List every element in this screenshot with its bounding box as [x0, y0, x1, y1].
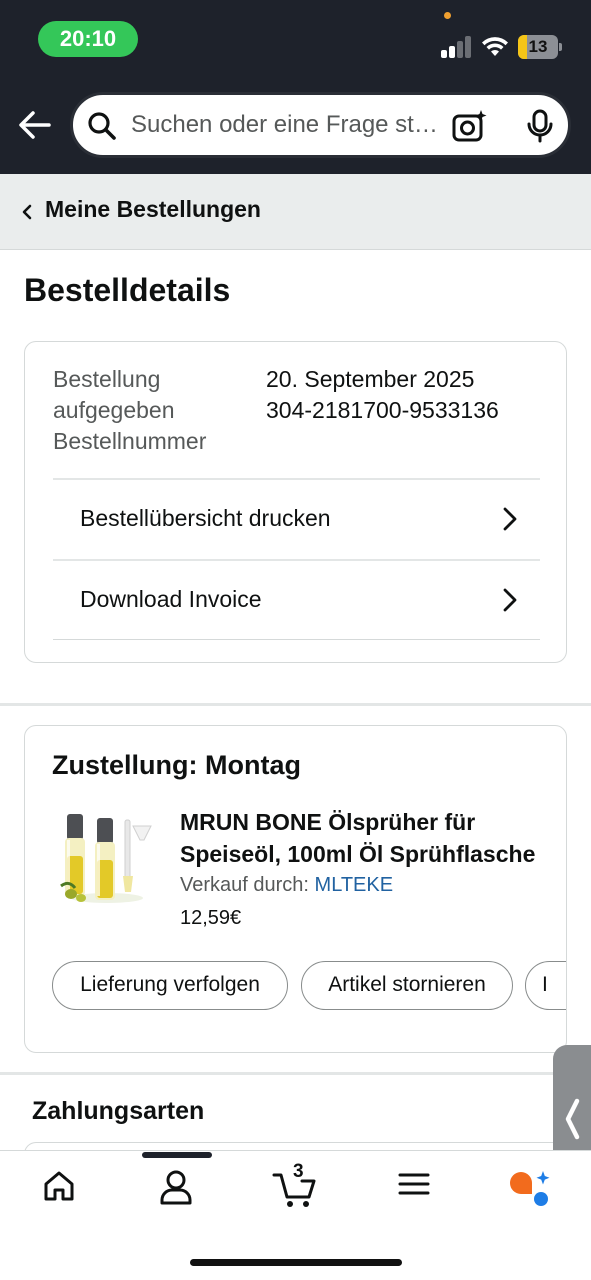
wifi-icon [482, 37, 508, 56]
battery-icon: 13 [518, 35, 562, 59]
download-invoice-label: Download Invoice [80, 586, 262, 612]
section-divider [0, 703, 591, 706]
print-summary-label: Bestellübersicht drucken [80, 505, 331, 531]
menu-icon [398, 1173, 430, 1195]
assistant-icon [510, 1171, 550, 1206]
delivery-card: Zustellung: Montag MRUN BONE Ölsprüher f… [24, 725, 567, 1053]
camera-indicator-icon [444, 12, 451, 19]
person-icon [160, 1170, 192, 1205]
cellular-signal-icon [441, 36, 473, 58]
active-tab-indicator [142, 1152, 212, 1158]
product-title[interactable]: MRUN BONE Ölsprüher für Speiseöl, 100ml … [180, 806, 550, 870]
search-input[interactable]: Suchen oder eine Frage stellen [131, 95, 441, 155]
section-divider [0, 1072, 591, 1075]
more-actions-button[interactable]: I [525, 961, 566, 1010]
print-summary-link[interactable]: Bestellübersicht drucken [53, 478, 540, 558]
product-title-line1: MRUN BONE Ölsprüher für [180, 809, 476, 835]
tab-cart[interactable]: 3 [272, 1161, 332, 1213]
order-placed-date: 20. September 2025 [266, 366, 475, 392]
page-title: Bestelldetails [24, 272, 231, 308]
order-number-value: 304-2181700-9533136 [266, 397, 499, 423]
download-invoice-link[interactable]: Download Invoice [53, 559, 540, 639]
cart-count-badge: 3 [293, 1161, 304, 1182]
payment-section-title: Zahlungsarten [32, 1097, 205, 1125]
divider [53, 639, 540, 640]
seller-label: Verkauf durch: [180, 874, 309, 896]
seller-info: Verkauf durch: MLTEKE [180, 874, 393, 897]
chevron-left-icon [22, 204, 32, 220]
product-price: 12,59€ [180, 907, 242, 929]
search-bar[interactable]: Suchen oder eine Frage stellen [70, 92, 571, 158]
order-placed-label-line2: aufgegeben [53, 397, 175, 423]
breadcrumb-label[interactable]: Meine Bestellungen [45, 196, 261, 223]
top-bar: 20:10 13 Suchen oder eine Frage stellen [0, 0, 591, 174]
tab-home[interactable] [42, 1169, 102, 1213]
product-image[interactable] [59, 806, 155, 906]
seller-link[interactable]: MLTEKE [315, 874, 394, 896]
breadcrumb[interactable]: Meine Bestellungen [0, 174, 591, 250]
delivery-title: Zustellung: Montag [52, 750, 301, 780]
chevron-right-icon [503, 507, 517, 531]
order-placed-label-line1: Bestellung [53, 366, 161, 392]
tab-account[interactable] [159, 1169, 219, 1213]
tab-menu[interactable] [397, 1169, 457, 1213]
cancel-item-button[interactable]: Artikel stornieren [301, 961, 513, 1010]
chevron-left-icon [565, 1098, 580, 1140]
camera-lens-icon[interactable] [452, 109, 488, 143]
battery-level: 13 [528, 37, 548, 56]
product-title-line2: Speiseöl, 100ml Öl Sprühflasche [180, 841, 536, 867]
back-arrow-icon[interactable] [16, 106, 54, 144]
status-time: 20:10 [38, 21, 138, 57]
track-delivery-button[interactable]: Lieferung verfolgen [52, 961, 288, 1010]
tab-assistant[interactable] [508, 1169, 568, 1213]
order-info-card: Bestellung aufgegeben Bestellnummer 20. … [24, 341, 567, 663]
chevron-right-icon [503, 588, 517, 612]
home-icon [44, 1171, 74, 1201]
home-indicator[interactable] [190, 1259, 402, 1266]
search-icon [88, 112, 116, 140]
microphone-icon[interactable] [525, 109, 555, 143]
order-number-label: Bestellnummer [53, 428, 207, 454]
